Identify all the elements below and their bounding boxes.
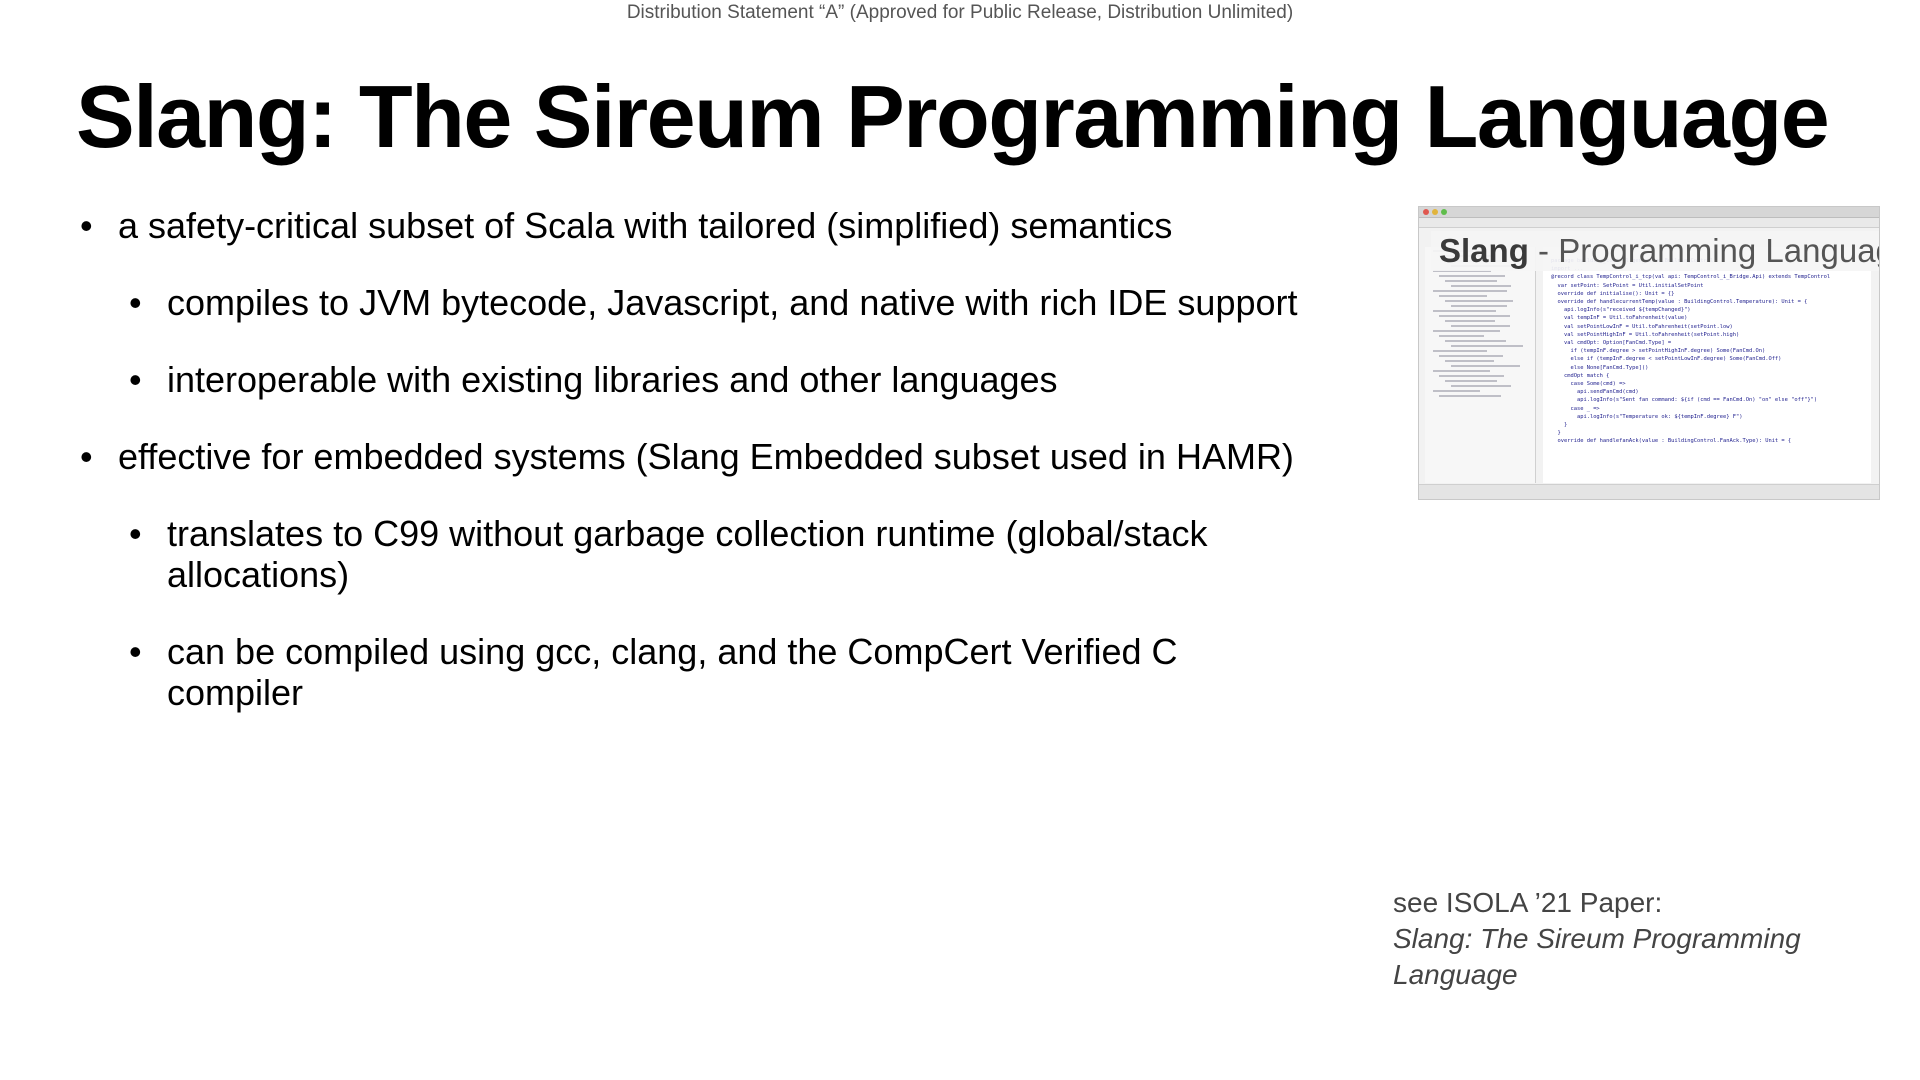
ide-status-bar (1419, 484, 1879, 499)
code-line: override def handlecurrentTemp(value : B… (1551, 299, 1808, 306)
code-line: api.logInfo(s"Temperature ok: ${tempInF.… (1551, 413, 1743, 420)
tree-row (1433, 390, 1480, 392)
ide-heading-brand: Slang (1439, 232, 1529, 269)
tree-row (1439, 315, 1510, 317)
ide-heading-rest: Programming Language (1558, 232, 1880, 269)
tree-row (1439, 375, 1504, 377)
tree-row (1451, 285, 1511, 287)
ide-image-heading: Slang - Programming Language (1431, 231, 1880, 271)
code-line: val setPointHighInF = Util.toFahrenheit(… (1551, 331, 1740, 338)
slide-title: Slang: The Sireum Programming Language (76, 67, 1830, 166)
code-line: api.sendFanCmd(cmd) (1551, 389, 1639, 396)
tree-row (1451, 385, 1511, 387)
tree-row (1445, 280, 1497, 282)
code-line: } (1551, 430, 1561, 437)
code-line: case Some(cmd) => (1551, 381, 1626, 388)
tree-row (1433, 370, 1490, 372)
minimize-dot-icon (1432, 209, 1438, 215)
bullet-item: • translates to C99 without garbage colle… (80, 513, 1420, 595)
code-line: val cmdOpt: Option[FanCmd.Type] = (1551, 340, 1672, 347)
distribution-statement: Distribution Statement “A” (Approved for… (626, 2, 1294, 23)
code-line: override def initialise(): Unit = {} (1551, 290, 1675, 297)
bullet-item: • can be compiled using gcc, clang, and t… (80, 631, 1420, 713)
slide: Distribution Statement “A” (Approved for… (0, 0, 1920, 1080)
tree-row (1445, 300, 1513, 302)
tree-row (1439, 355, 1503, 357)
bullet-item: • a safety-critical subset of Scala with … (80, 205, 1420, 246)
bullet-icon: • (80, 205, 93, 246)
code-line: val tempInF = Util.toFahrenheit(value) (1551, 315, 1688, 322)
bullet-list: • a safety-critical subset of Scala with … (80, 205, 1420, 749)
tree-row (1445, 340, 1506, 342)
ide-titlebar (1419, 207, 1879, 218)
zoom-dot-icon (1441, 209, 1447, 215)
bullet-text: translates to C99 without garbage collec… (167, 513, 1208, 595)
tree-row (1451, 365, 1520, 367)
code-line: } (1551, 422, 1568, 429)
ide-toolbar (1419, 218, 1879, 228)
bullet-item: • compiles to JVM bytecode, Javascript, a… (80, 282, 1420, 323)
code-line: @record class TempControl_i_tcp(val api:… (1551, 274, 1831, 281)
code-line: api.logInfo(s"Sent fan command: ${if (cm… (1551, 397, 1818, 404)
ide-project-tree (1425, 247, 1536, 483)
code-line: var setPoint: SetPoint = Util.initialSet… (1551, 282, 1704, 289)
ide-heading-separator: - (1538, 232, 1550, 269)
code-line: if (tempInF.degree > setPointHighInF.deg… (1551, 348, 1766, 355)
bullet-text: interoperable with existing libraries an… (167, 359, 1058, 400)
tree-row (1439, 295, 1487, 297)
bullet-icon: • (129, 513, 142, 554)
bullet-icon: • (129, 631, 142, 672)
tree-row (1451, 345, 1523, 347)
code-line: case _ => (1551, 405, 1600, 412)
tree-row (1433, 330, 1500, 332)
bullet-text: a safety-critical subset of Scala with t… (118, 205, 1173, 246)
tree-row (1433, 350, 1487, 352)
bullet-icon: • (80, 436, 93, 477)
bullet-icon: • (129, 282, 142, 323)
tree-row (1439, 335, 1484, 337)
tree-row (1451, 325, 1510, 327)
tree-row (1451, 305, 1507, 307)
bullet-item: • interoperable with existing libraries a… (80, 359, 1420, 400)
tree-row (1439, 275, 1505, 277)
bullet-text: compiles to JVM bytecode, Javascript, an… (167, 282, 1298, 323)
tree-row (1433, 310, 1496, 312)
code-line: api.logInfo(s"received ${tempChanged}") (1551, 307, 1691, 314)
close-dot-icon (1423, 209, 1429, 215)
ide-screenshot-image: package building_control_gen_mixed.Build… (1418, 206, 1880, 500)
reference-paper-title: Slang: The Sireum Programming Language (1393, 923, 1801, 990)
code-line: else if (tempInF.degree < setPointLowInF… (1551, 356, 1782, 363)
tree-row (1445, 360, 1494, 362)
tree-row (1445, 320, 1495, 322)
code-line: val setPointLowInF = Util.toFahrenheit(s… (1551, 323, 1733, 330)
bullet-item: • effective for embedded systems (Slang E… (80, 436, 1420, 477)
reference-intro: see ISOLA ’21 Paper: (1393, 887, 1663, 918)
tree-row (1445, 380, 1497, 382)
bullet-text: effective for embedded systems (Slang Em… (118, 436, 1294, 477)
tree-row (1439, 395, 1501, 397)
bullet-icon: • (129, 359, 142, 400)
ide-code-editor: package building_control_gen_mixed.Build… (1543, 247, 1871, 483)
tree-row (1433, 290, 1507, 292)
code-line: else None[FanCmd.Type]() (1551, 364, 1649, 371)
code-line: override def handlefanAck(value : Buildi… (1551, 438, 1792, 445)
paper-reference: see ISOLA ’21 Paper: Slang: The Sireum P… (1393, 885, 1863, 993)
code-line: cmdOpt match { (1551, 372, 1610, 379)
bullet-text: can be compiled using gcc, clang, and th… (167, 631, 1178, 713)
